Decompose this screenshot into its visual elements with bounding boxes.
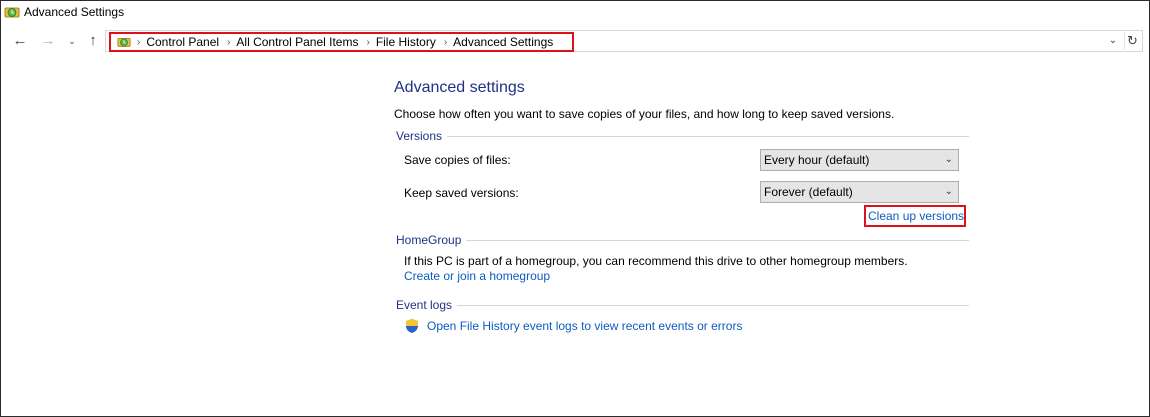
uac-shield-icon (406, 319, 418, 333)
file-history-icon (4, 7, 20, 18)
chevron-down-icon: ⌄ (944, 186, 953, 197)
title-bar: Advanced Settings (1, 1, 1149, 25)
save-copies-selected-value: Every hour (default) (764, 153, 870, 167)
window-title: Advanced Settings (24, 5, 125, 19)
back-arrow-icon[interactable]: ← (11, 31, 29, 51)
chevron-right-icon[interactable]: › (137, 37, 140, 48)
breadcrumb: › Control Panel › All Control Panel Item… (109, 32, 574, 52)
homegroup-group-header: HomeGroup (396, 233, 969, 247)
chevron-right-icon[interactable]: › (227, 37, 230, 48)
event-logs-group-header: Event logs (396, 298, 969, 312)
save-copies-select[interactable]: Every hour (default) ⌄ (760, 149, 959, 171)
refresh-icon[interactable]: ↻ (1124, 32, 1140, 50)
event-logs-heading: Event logs (396, 298, 453, 312)
chevron-down-icon: ⌄ (944, 154, 953, 165)
homegroup-description: If this PC is part of a homegroup, you c… (404, 254, 908, 268)
clean-up-versions-link[interactable]: Clean up versions (868, 209, 964, 223)
versions-group-header: Versions (396, 129, 969, 143)
keep-versions-label: Keep saved versions: (404, 186, 519, 200)
breadcrumb-control-panel[interactable]: Control Panel (146, 35, 219, 49)
keep-versions-selected-value: Forever (default) (764, 185, 853, 199)
file-history-window: Advanced Settings ← → ⌄ ↑ › Control Pane… (0, 0, 1150, 417)
open-event-logs-link[interactable]: Open File History event logs to view rec… (427, 319, 742, 333)
breadcrumb-all-control-panel-items[interactable]: All Control Panel Items (236, 35, 358, 49)
divider (457, 304, 969, 306)
page-description: Choose how often you want to save copies… (394, 107, 895, 121)
address-bar[interactable]: › Control Panel › All Control Panel Item… (105, 30, 1143, 52)
chevron-right-icon[interactable]: › (444, 37, 447, 48)
page-title: Advanced settings (394, 79, 525, 96)
address-dropdown-chevron-down-icon[interactable]: ⌄ (1106, 32, 1120, 50)
clean-up-versions-highlight: Clean up versions (864, 205, 966, 227)
divider (447, 135, 969, 137)
save-copies-label: Save copies of files: (404, 153, 511, 167)
recent-locations-chevron-down-icon[interactable]: ⌄ (63, 31, 81, 51)
divider (466, 239, 969, 241)
breadcrumb-file-history[interactable]: File History (376, 35, 436, 49)
breadcrumb-advanced-settings[interactable]: Advanced Settings (453, 35, 553, 49)
versions-heading: Versions (396, 129, 443, 143)
event-logs-row: Open File History event logs to view rec… (404, 318, 742, 334)
file-history-icon (117, 38, 131, 47)
forward-arrow-icon[interactable]: → (39, 31, 57, 51)
chevron-right-icon[interactable]: › (366, 37, 369, 48)
create-or-join-homegroup-link[interactable]: Create or join a homegroup (404, 269, 550, 283)
up-arrow-icon[interactable]: ↑ (84, 31, 102, 51)
homegroup-heading: HomeGroup (396, 233, 462, 247)
navigation-bar: ← → ⌄ ↑ › Control Panel › All Control Pa… (1, 28, 1149, 54)
keep-versions-select[interactable]: Forever (default) ⌄ (760, 181, 959, 203)
